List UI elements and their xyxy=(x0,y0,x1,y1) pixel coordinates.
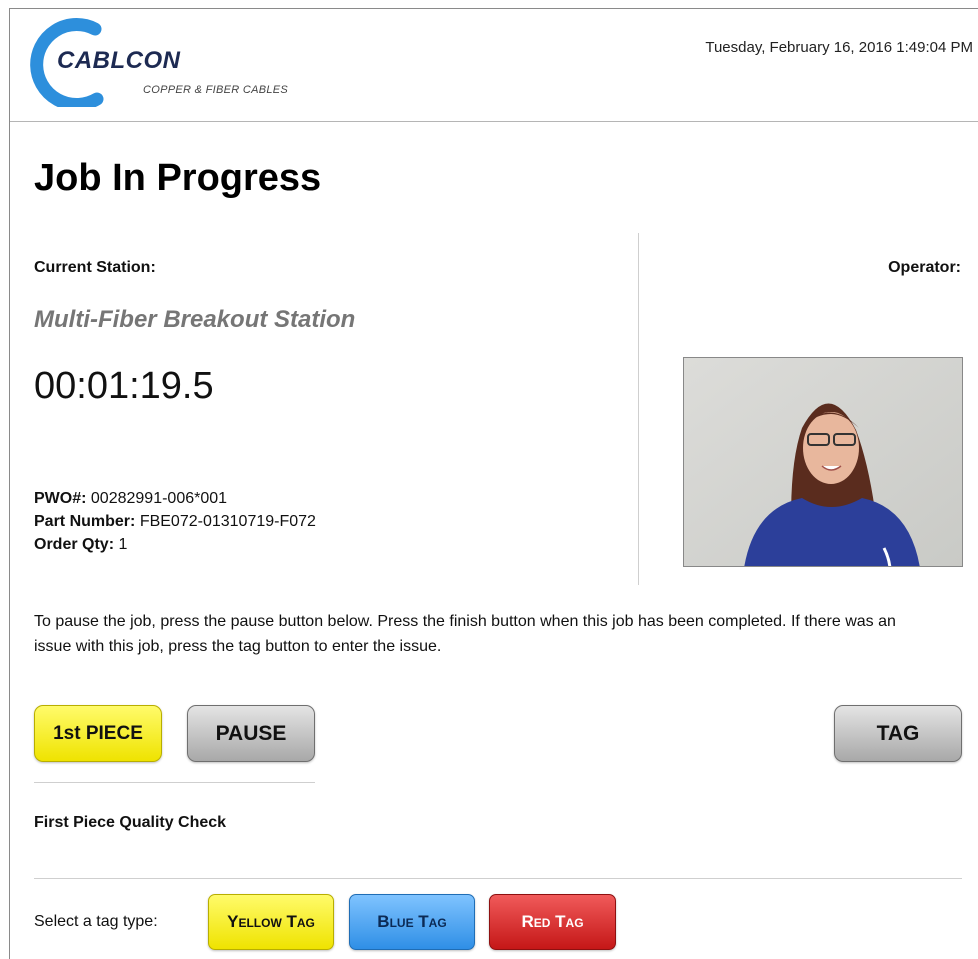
app-window: CABLCON COPPER & FIBER CABLES Tuesday, F… xyxy=(9,8,978,959)
divider xyxy=(34,782,315,783)
part-number-row: Part Number: FBE072-01310719-F072 xyxy=(34,510,316,533)
current-datetime: Tuesday, February 16, 2016 1:49:04 PM xyxy=(705,39,973,56)
instructions-text: To pause the job, press the pause button… xyxy=(34,613,896,655)
current-station-label: Current Station: xyxy=(34,259,156,276)
tag-type-label: Select a tag type: xyxy=(34,913,158,930)
first-piece-quality-check-heading: First Piece Quality Check xyxy=(34,814,227,831)
station-name: Multi-Fiber Breakout Station xyxy=(34,306,356,333)
order-qty-label: Order Qty: xyxy=(34,536,115,553)
pwo-value: 00282991-006*001 xyxy=(90,490,228,507)
blue-tag-button[interactable]: Blue Tag xyxy=(349,894,475,950)
logo-wordmark: CABLCON xyxy=(57,47,181,74)
first-piece-button[interactable]: 1st PIECE xyxy=(34,705,162,762)
header: CABLCON COPPER & FIBER CABLES Tuesday, F… xyxy=(10,9,978,122)
cablcon-logo: CABLCON COPPER & FIBER CABLES xyxy=(25,17,355,107)
order-qty-row: Order Qty: 1 xyxy=(34,533,316,556)
yellow-tag-button[interactable]: Yellow Tag xyxy=(208,894,334,950)
part-number-label: Part Number: xyxy=(34,513,136,530)
pause-button[interactable]: PAUSE xyxy=(187,705,315,762)
tag-button[interactable]: TAG xyxy=(834,705,962,762)
divider xyxy=(34,878,962,879)
order-qty-value: 1 xyxy=(118,536,128,553)
operator-photo xyxy=(683,357,963,567)
job-info: PWO#: 00282991-006*001 Part Number: FBE0… xyxy=(34,487,316,556)
column-divider xyxy=(638,233,639,585)
page-title: Job In Progress xyxy=(34,157,322,199)
operator-label: Operator: xyxy=(888,259,961,276)
operator-portrait-image xyxy=(684,358,962,566)
pwo-row: PWO#: 00282991-006*001 xyxy=(34,487,316,510)
part-number-value: FBE072-01310719-F072 xyxy=(139,513,316,530)
logo-tagline: COPPER & FIBER CABLES xyxy=(143,84,289,96)
red-tag-button[interactable]: Red Tag xyxy=(489,894,616,950)
pwo-label: PWO#: xyxy=(34,490,87,507)
job-timer: 00:01:19.5 xyxy=(34,365,214,407)
